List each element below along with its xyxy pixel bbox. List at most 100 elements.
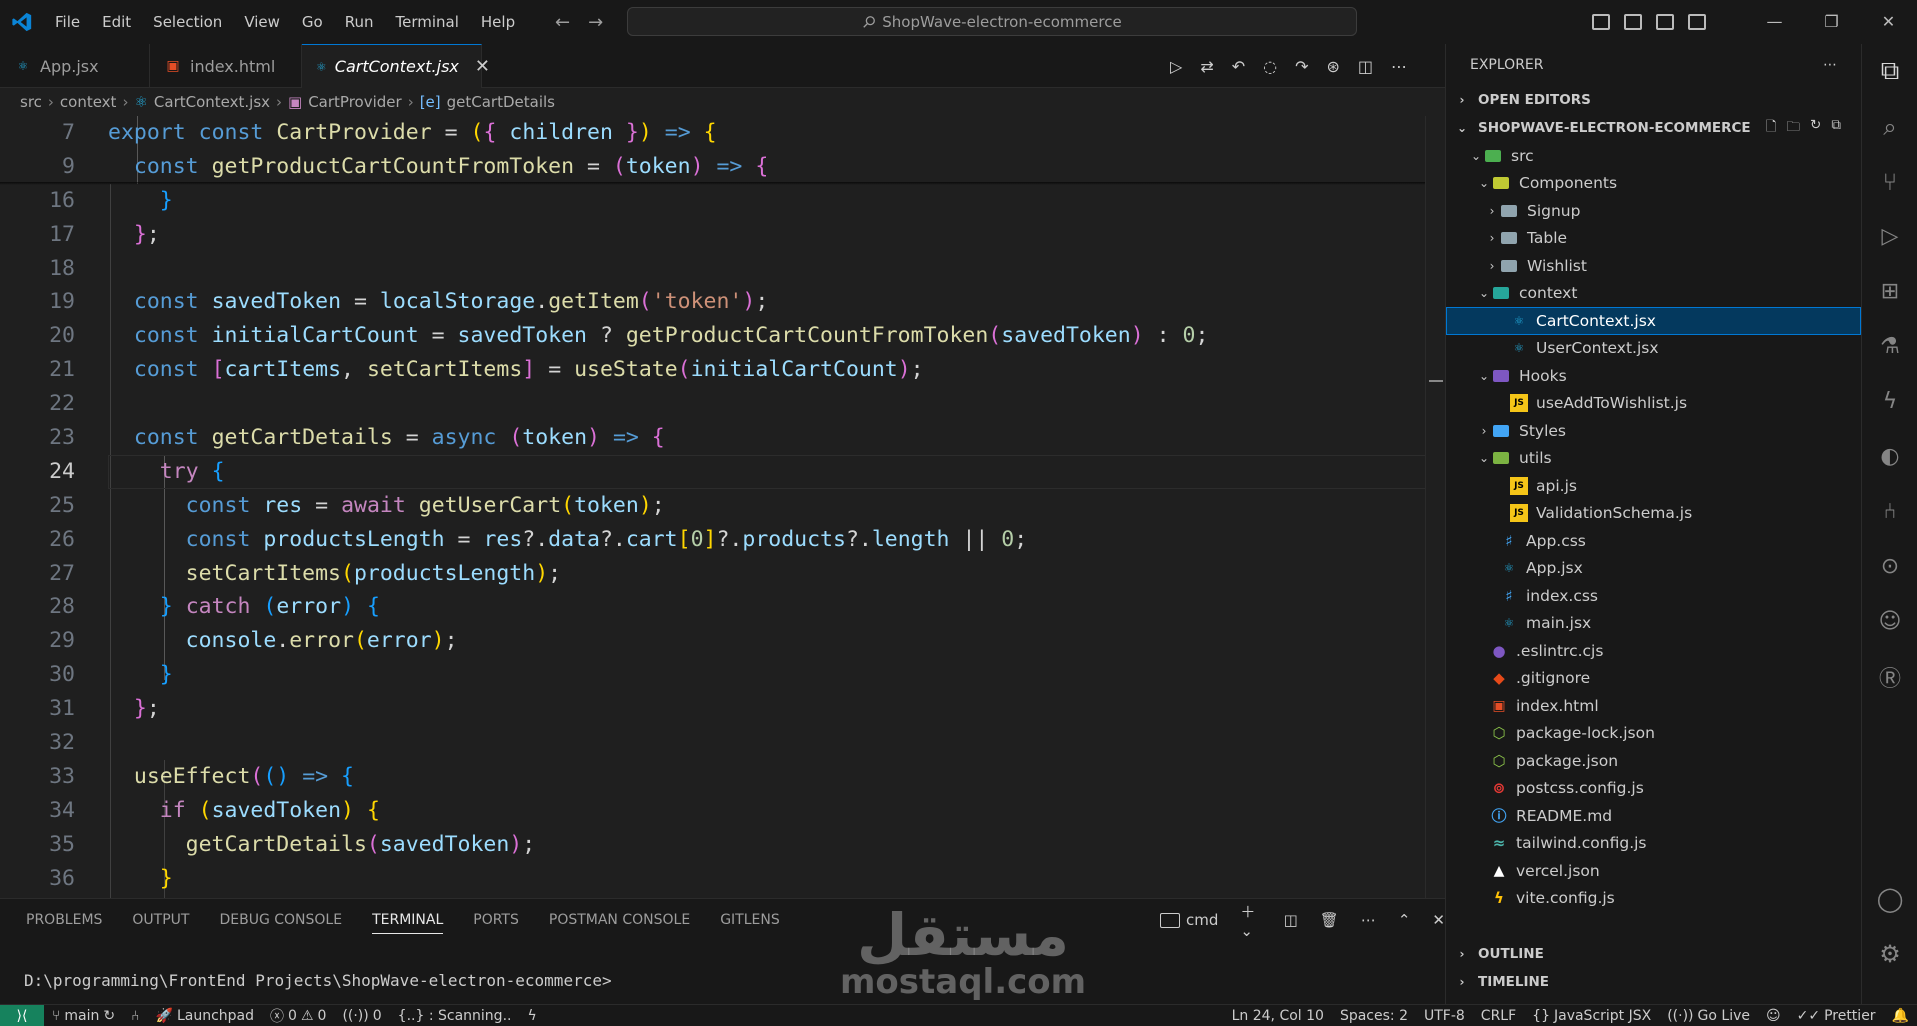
remote-explorer-icon[interactable]: ⊙ (1862, 539, 1917, 594)
tree-folder-signup[interactable]: › Signup (1446, 197, 1861, 225)
gitlens-icon[interactable]: ⊛ (1327, 57, 1340, 76)
tree-file-app-jsx[interactable]: ⚛ App.jsx (1446, 555, 1861, 583)
more-actions-icon[interactable]: ⋯ (1391, 57, 1407, 76)
tab-app-jsx[interactable]: ⚛ App.jsx (0, 44, 150, 88)
tab-index-html[interactable]: ▣ index.html (150, 44, 302, 88)
breadcrumb-item[interactable]: context (60, 93, 117, 111)
menu-help[interactable]: Help (470, 0, 526, 44)
source-control-icon[interactable]: ⑂ (1862, 154, 1917, 209)
open-editors-section[interactable]: › OPEN EDITORS (1446, 86, 1861, 114)
tree-file-validationschema[interactable]: JS ValidationSchema.js (1446, 500, 1861, 528)
tree-file-usercontext[interactable]: ⚛ UserContext.jsx (1446, 335, 1861, 363)
tree-file-package-lock[interactable]: ⬡ package-lock.json (1446, 720, 1861, 748)
toggle-primary-sidebar-icon[interactable] (1592, 14, 1610, 30)
indentation[interactable]: Spaces: 2 (1332, 1008, 1416, 1024)
extensions-icon[interactable]: ⊞ (1862, 264, 1917, 319)
cursor-position[interactable]: Ln 24, Col 10 (1224, 1008, 1332, 1024)
tree-file-eslintrc[interactable]: ● .eslintrc.cjs (1446, 637, 1861, 665)
notifications-bell[interactable]: 🔔 (1884, 1008, 1917, 1024)
toggle-secondary-sidebar-icon[interactable] (1656, 14, 1674, 30)
menu-edit[interactable]: Edit (91, 0, 142, 44)
tree-file-index-css[interactable]: ♯ index.css (1446, 582, 1861, 610)
go-live-button[interactable]: ((·)) Go Live (1659, 1008, 1758, 1024)
trash-icon[interactable]: 🗑 (1320, 911, 1339, 929)
tab-ports[interactable]: PORTS (473, 912, 519, 928)
line-ending[interactable]: CRLF (1473, 1008, 1524, 1024)
tree-file-postcss[interactable]: ⊚ postcss.config.js (1446, 775, 1861, 803)
command-center-search[interactable]: ShopWave-electron-ecommerce (627, 7, 1357, 36)
more-actions-icon[interactable]: ⋯ (1361, 911, 1376, 929)
tree-file-index-html[interactable]: ▣ index.html (1446, 692, 1861, 720)
problems-indicator[interactable]: ⓧ 0 ⚠ 0 (262, 1006, 334, 1026)
split-editor-icon[interactable]: ◫ (1358, 57, 1373, 76)
git-compare-icon[interactable]: ⇄ (1200, 57, 1213, 76)
run-icon[interactable]: ▷ (1170, 57, 1182, 76)
new-folder-icon[interactable]: 🗀 (1787, 117, 1801, 140)
tree-file-api[interactable]: JS api.js (1446, 472, 1861, 500)
run-debug-icon[interactable]: ▷ (1862, 209, 1917, 264)
breadcrumb-item[interactable]: src (20, 93, 42, 111)
ports-indicator[interactable]: ((·)) 0 (334, 1008, 389, 1024)
forward-arrow-icon[interactable]: → (588, 12, 603, 33)
tree-folder-styles[interactable]: › Styles (1446, 417, 1861, 445)
thunder-client-icon[interactable]: ϟ (1862, 374, 1917, 429)
tree-file-vercel[interactable]: ▲ vercel.json (1446, 857, 1861, 885)
menu-run[interactable]: Run (334, 0, 385, 44)
tree-folder-context[interactable]: ⌄ context (1446, 280, 1861, 308)
git-graph-indicator[interactable]: ⑃ (123, 1008, 147, 1024)
timeline-section[interactable]: › TIMELINE (1446, 968, 1862, 996)
tree-folder-src[interactable]: ⌄ src (1446, 142, 1861, 170)
tree-file-cartcontext[interactable]: ⚛ CartContext.jsx (1446, 307, 1861, 335)
outline-section[interactable]: › OUTLINE (1446, 940, 1862, 968)
r-language-icon[interactable]: Ⓡ (1862, 649, 1917, 704)
menu-terminal[interactable]: Terminal (385, 0, 470, 44)
prettier-status[interactable]: ✓✓ Prettier (1789, 1008, 1884, 1024)
terminal-prompt[interactable]: D:\programming\FrontEnd Projects\ShopWav… (24, 971, 612, 990)
code-editor[interactable]: 7 export const CartProvider = ({ children… (0, 116, 1445, 898)
remote-indicator-icon[interactable]: ⟩⟨ (0, 1004, 44, 1026)
editor-scrollbar[interactable] (1425, 116, 1445, 898)
language-mode[interactable]: {} JavaScript JSX (1524, 1008, 1659, 1024)
breadcrumb-item[interactable]: CartProvider (308, 93, 401, 111)
terminal-shell-selector[interactable]: cmd (1160, 911, 1218, 929)
breadcrumb-item[interactable]: getCartDetails (447, 93, 555, 111)
tree-folder-table[interactable]: › Table (1446, 225, 1861, 253)
restore-icon[interactable]: ❐ (1803, 0, 1860, 44)
tab-cartcontext-jsx[interactable]: ⚛ CartContext.jsx ✕ (302, 44, 490, 88)
tab-terminal[interactable]: TERMINAL (372, 912, 444, 934)
tree-file-app-css[interactable]: ♯ App.css (1446, 527, 1861, 555)
scanning-indicator[interactable]: {..} : Scanning.. (390, 1008, 520, 1024)
timeline-icon[interactable]: ◌ (1263, 57, 1277, 76)
project-section[interactable]: ⌄ SHOPWAVE-ELECTRON-ECOMMERCE 🗋 🗀 ↻ ⧉ (1446, 114, 1861, 142)
explorer-icon[interactable]: ⧉ (1862, 44, 1917, 99)
menu-file[interactable]: File (44, 0, 91, 44)
refresh-icon[interactable]: ↻ (1810, 117, 1821, 140)
tab-output[interactable]: OUTPUT (132, 912, 189, 928)
close-tab-icon[interactable]: ✕ (475, 56, 490, 77)
encoding[interactable]: UTF-8 (1416, 1008, 1473, 1024)
tree-file-tailwind[interactable]: ≈ tailwind.config.js (1446, 830, 1861, 858)
menu-view[interactable]: View (233, 0, 291, 44)
toggle-panel-icon[interactable] (1624, 14, 1642, 30)
close-window-icon[interactable]: ✕ (1860, 0, 1917, 44)
tree-file-main-jsx[interactable]: ⚛ main.jsx (1446, 610, 1861, 638)
tree-file-package-json[interactable]: ⬡ package.json (1446, 747, 1861, 775)
accounts-icon[interactable]: ◯ (1862, 871, 1917, 926)
breadcrumb-item[interactable]: CartContext.jsx (154, 93, 270, 111)
copilot-status[interactable]: ☺ (1758, 1008, 1789, 1024)
tab-problems[interactable]: PROBLEMS (26, 912, 102, 928)
tree-file-readme[interactable]: ⓘ README.md (1446, 802, 1861, 830)
tree-folder-hooks[interactable]: ⌄ Hooks (1446, 362, 1861, 390)
vscode-logo-icon[interactable] (0, 0, 44, 44)
tab-postman-console[interactable]: POSTMAN CONSOLE (549, 912, 690, 928)
menu-go[interactable]: Go (291, 0, 334, 44)
search-icon[interactable]: ⌕ (1862, 99, 1917, 154)
close-panel-icon[interactable]: ✕ (1432, 911, 1445, 929)
tab-debug-console[interactable]: DEBUG CONSOLE (219, 912, 342, 928)
tree-file-vite[interactable]: ϟ vite.config.js (1446, 885, 1861, 913)
tree-file-useaddtowishlist[interactable]: JS useAddToWishlist.js (1446, 390, 1861, 418)
copilot-icon[interactable]: ☺ (1862, 594, 1917, 649)
split-terminal-icon[interactable]: ◫ (1284, 911, 1298, 929)
tree-folder-wishlist[interactable]: › Wishlist (1446, 252, 1861, 280)
gitlens-icon[interactable]: ⑃ (1862, 484, 1917, 539)
